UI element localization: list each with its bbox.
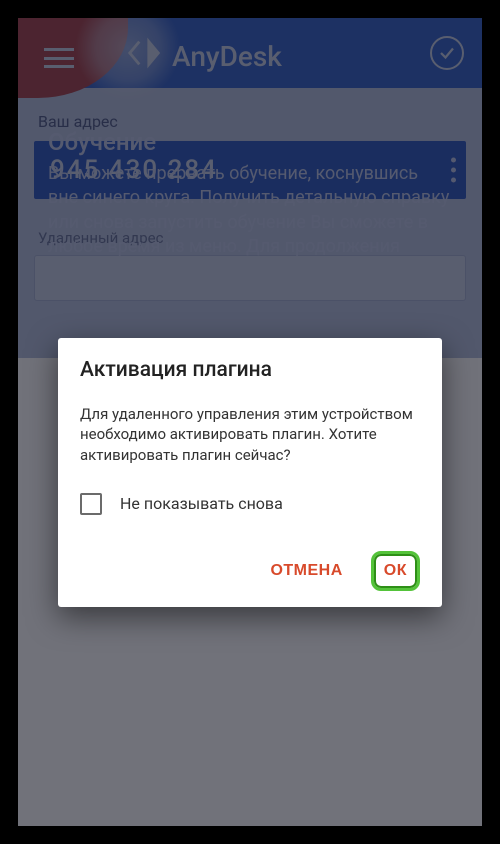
ok-button[interactable]: ОК — [376, 556, 415, 586]
checkbox-icon[interactable] — [80, 493, 102, 515]
cancel-button[interactable]: ОТМЕНА — [262, 554, 350, 588]
screen: AnyDesk Ваш адрес 945 430 284 Удаленный … — [18, 18, 482, 826]
dont-show-again-row[interactable]: Не показывать снова — [80, 493, 420, 515]
dialog-body: Для удаленного управления этим устройств… — [80, 404, 420, 465]
dialog-actions: ОТМЕНА ОК — [80, 551, 420, 591]
dont-show-again-label: Не показывать снова — [120, 494, 283, 513]
plugin-activation-dialog: Активация плагина Для удаленного управле… — [58, 338, 442, 607]
device-frame: AnyDesk Ваш адрес 945 430 284 Удаленный … — [0, 0, 500, 844]
ok-button-highlight: ОК — [371, 551, 420, 591]
dialog-title: Активация плагина — [80, 358, 420, 382]
